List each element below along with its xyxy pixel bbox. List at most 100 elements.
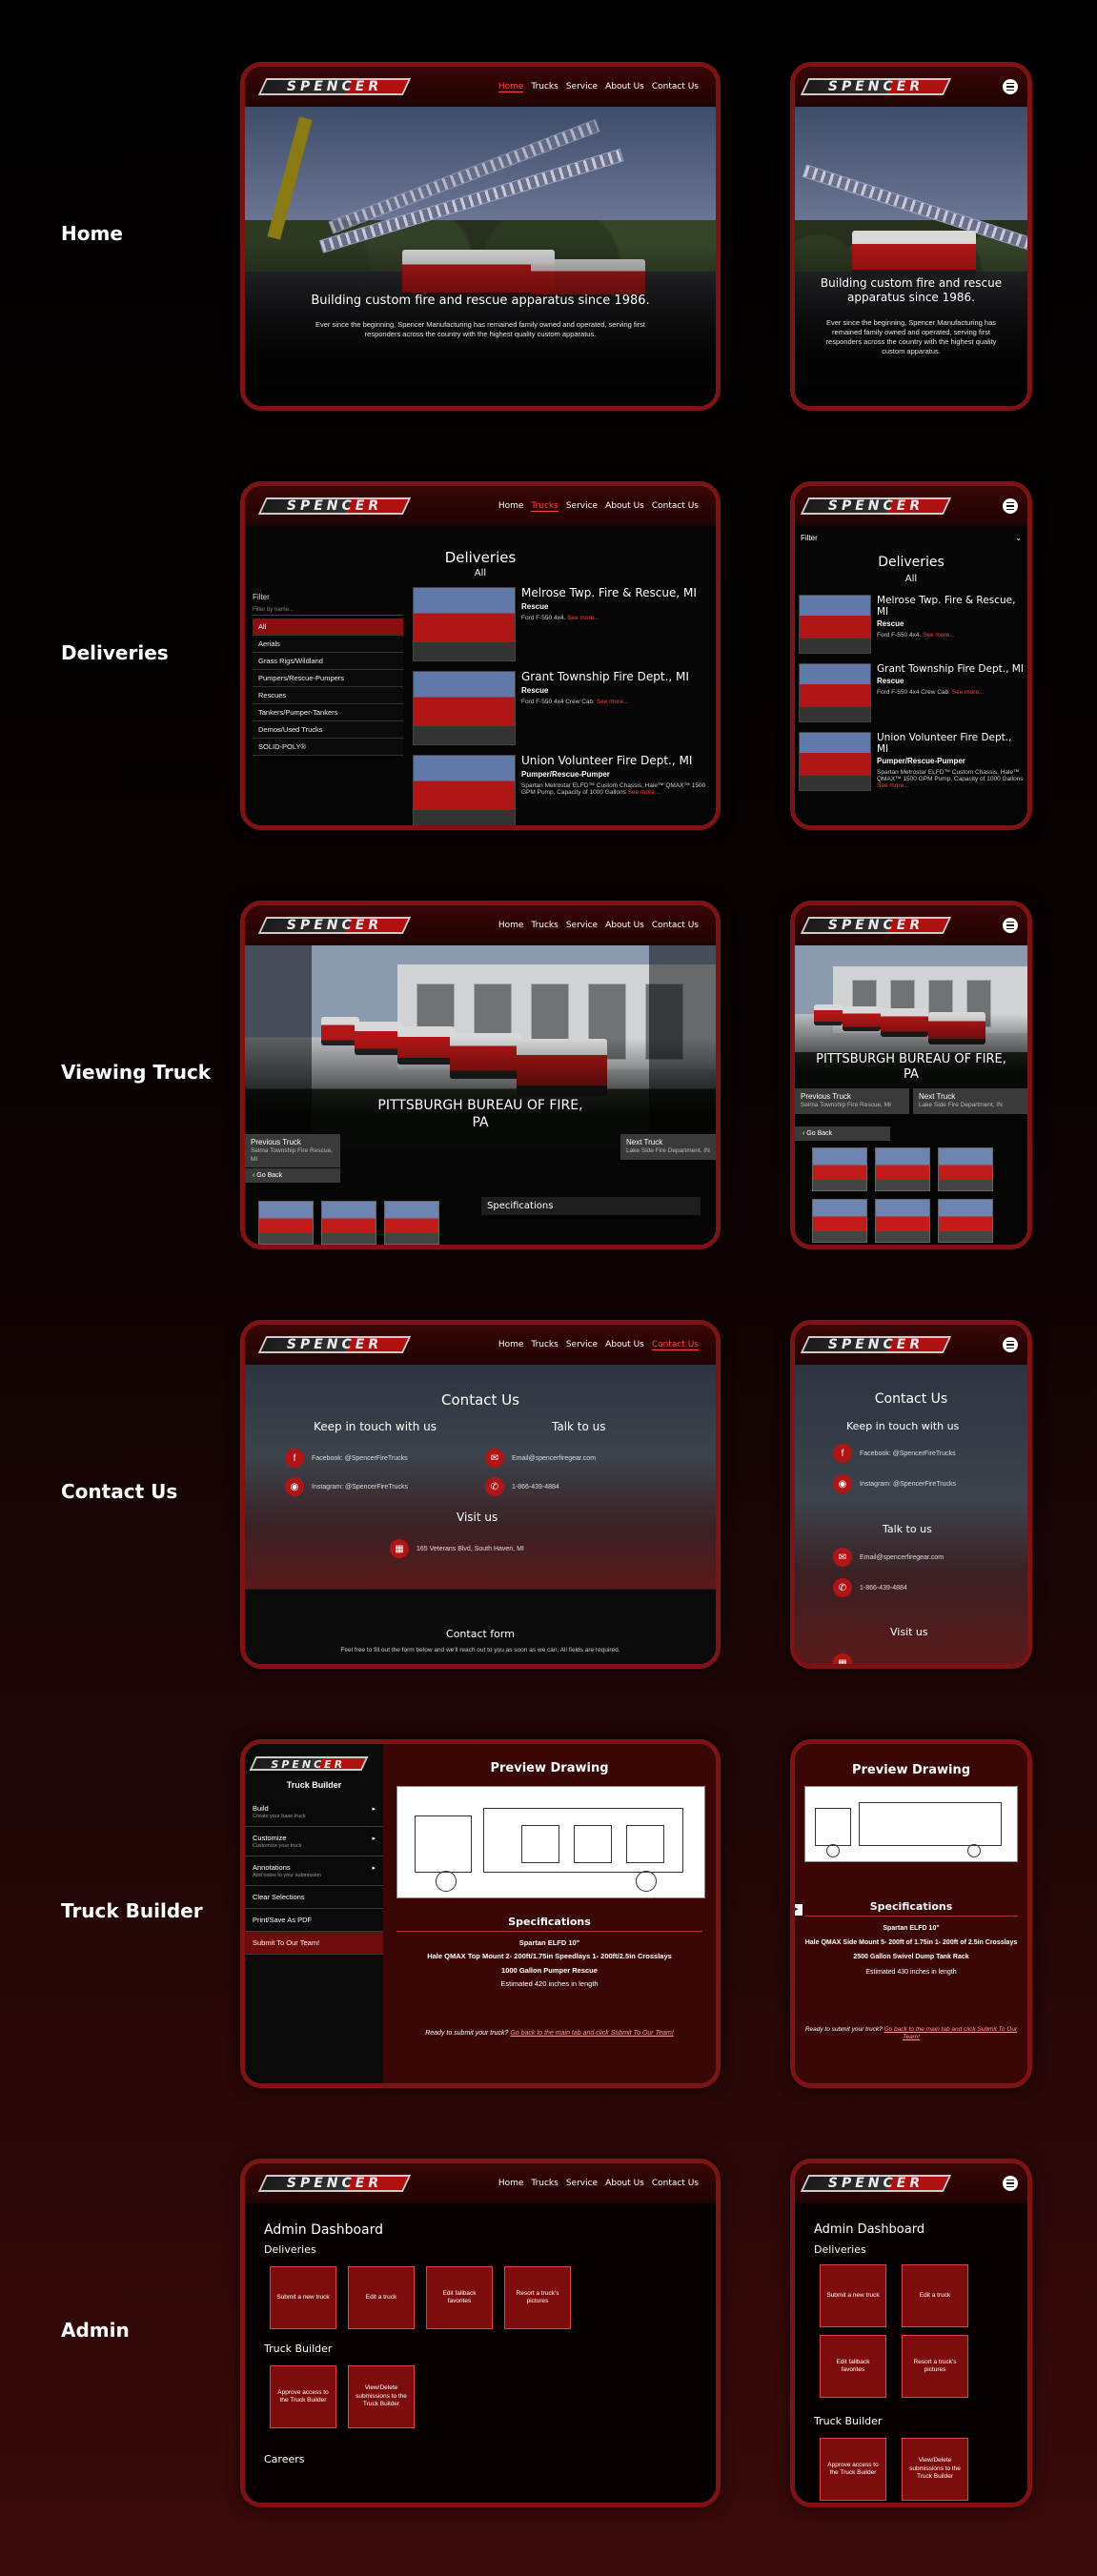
filter-input[interactable]: Filter by name...: [253, 605, 403, 616]
view-submissions-tile[interactable]: View/Delete submissions to the Truck Bui…: [348, 2365, 415, 2428]
logo[interactable]: SPENCER: [800, 917, 952, 934]
filter-option[interactable]: Demos/Used Trucks: [253, 721, 403, 739]
nav-contact[interactable]: Contact Us: [652, 82, 699, 92]
delivery-item[interactable]: Melrose Twp. Fire & Rescue, MI Rescue Fo…: [413, 586, 708, 661]
truck-thumbnail[interactable]: [413, 587, 516, 661]
photo-thumbnail[interactable]: [812, 1199, 867, 1243]
nav-home[interactable]: Home: [498, 921, 524, 930]
build-menu-item[interactable]: Build Create your base truck ▸: [245, 1797, 383, 1827]
truck-thumbnail[interactable]: [413, 755, 516, 825]
approve-access-tile[interactable]: Approve access to the Truck Builder: [270, 2365, 336, 2428]
nav-home[interactable]: Home: [498, 501, 524, 512]
logo[interactable]: SPENCER: [800, 1336, 952, 1353]
nav-service[interactable]: Service: [566, 921, 598, 930]
submit-truck-tile[interactable]: Submit a new truck: [820, 2264, 886, 2327]
facebook-link[interactable]: f Facebook: @SpencerFireTrucks: [833, 1444, 956, 1463]
filter-option[interactable]: SOLID-POLY®: [253, 739, 403, 756]
nav-about[interactable]: About Us: [605, 2179, 644, 2188]
see-more-link[interactable]: See more...: [952, 689, 985, 696]
delivery-item[interactable]: Grant Township Fire Dept., MI Rescue For…: [799, 663, 1024, 722]
nav-contact[interactable]: Contact Us: [652, 2179, 699, 2188]
menu-icon[interactable]: [1003, 79, 1018, 94]
back-to-main-link[interactable]: Go back to the main tab and click Submit…: [510, 2030, 673, 2037]
nav-contact[interactable]: Contact Us: [651, 1340, 699, 1350]
nav-about[interactable]: About Us: [605, 921, 644, 930]
instagram-link[interactable]: ◉ Instagram: @SpencerFireTrucks: [833, 1474, 956, 1493]
photo-thumbnail[interactable]: [875, 1199, 930, 1243]
photo-thumbnail[interactable]: [321, 1201, 376, 1245]
nav-trucks[interactable]: Trucks: [531, 921, 558, 930]
see-more-link[interactable]: See more...: [597, 699, 629, 705]
menu-icon[interactable]: [1003, 498, 1018, 514]
filter-toggle[interactable]: Filter ⌄: [801, 534, 1022, 542]
instagram-link[interactable]: ◉ Instagram: @SpencerFireTrucks: [285, 1477, 408, 1496]
truck-thumbnail[interactable]: [799, 595, 871, 654]
logo[interactable]: SPENCER: [800, 497, 952, 515]
back-to-main-link[interactable]: Go back to the main tab and click Submit…: [884, 2026, 1018, 2040]
nav-home[interactable]: Home: [498, 82, 524, 92]
see-more-link[interactable]: See more...: [567, 615, 599, 621]
facebook-link[interactable]: f Facebook: @SpencerFireTrucks: [285, 1449, 408, 1468]
photo-thumbnail[interactable]: [812, 1147, 867, 1191]
logo[interactable]: SPENCER: [257, 2175, 412, 2192]
next-truck-button[interactable]: Next Truck Lake Side Fire Department, IN: [620, 1134, 716, 1160]
nav-about[interactable]: About Us: [605, 82, 644, 92]
nav-trucks[interactable]: Trucks: [531, 501, 559, 512]
photo-thumbnail[interactable]: [258, 1201, 314, 1245]
truck-thumbnail[interactable]: [799, 663, 871, 722]
view-submissions-tile[interactable]: View/Delete submissions to the Truck Bui…: [902, 2438, 968, 2501]
chevron-down-icon[interactable]: ⌄: [1015, 534, 1022, 542]
nav-service[interactable]: Service: [566, 501, 598, 512]
nav-contact[interactable]: Contact Us: [652, 921, 699, 930]
email-link[interactable]: ✉ Email@spencerfiregear.com: [833, 1548, 944, 1567]
menu-icon[interactable]: [1003, 2176, 1018, 2191]
submit-button[interactable]: Submit To Our Team!: [245, 1932, 383, 1955]
photo-thumbnail[interactable]: [938, 1199, 993, 1243]
delivery-item[interactable]: Union Volunteer Fire Dept., MI Pumper/Re…: [799, 732, 1024, 791]
logo[interactable]: SPENCER: [800, 78, 952, 95]
filter-option[interactable]: Pumpers/Rescue-Pumpers: [253, 670, 403, 687]
truck-thumbnail[interactable]: [799, 732, 871, 791]
logo[interactable]: SPENCER: [257, 78, 412, 95]
delivery-item[interactable]: Union Volunteer Fire Dept., MI Pumper/Re…: [413, 754, 708, 825]
nav-about[interactable]: About Us: [605, 501, 644, 512]
photo-thumbnail[interactable]: [875, 1147, 930, 1191]
menu-icon[interactable]: [1003, 918, 1018, 933]
nav-service[interactable]: Service: [566, 2179, 598, 2188]
truck-thumbnail[interactable]: [413, 671, 516, 745]
logo[interactable]: SPENCER: [800, 2175, 952, 2192]
nav-about[interactable]: About Us: [605, 1340, 644, 1350]
see-more-link[interactable]: See more...: [877, 782, 909, 789]
go-back-button[interactable]: ‹ Go Back: [245, 1168, 340, 1183]
previous-truck-button[interactable]: Previous Truck Selma Township Fire Rescu…: [795, 1088, 909, 1114]
go-back-button[interactable]: ‹ Go Back: [795, 1126, 890, 1141]
nav-contact[interactable]: Contact Us: [652, 501, 699, 512]
edit-favorites-tile[interactable]: Edit fallback favorites: [820, 2335, 886, 2398]
edit-favorites-tile[interactable]: Edit fallback favorites: [426, 2266, 493, 2329]
nav-service[interactable]: Service: [566, 1340, 598, 1350]
nav-service[interactable]: Service: [566, 82, 598, 92]
nav-trucks[interactable]: Trucks: [531, 1340, 558, 1350]
customize-menu-item[interactable]: Customize Customize your truck ▸: [245, 1827, 383, 1856]
delivery-item[interactable]: Grant Township Fire Dept., MI Rescue For…: [413, 670, 708, 745]
nav-home[interactable]: Home: [498, 2179, 524, 2188]
clear-selections-button[interactable]: Clear Selections: [245, 1886, 383, 1909]
address-link[interactable]: ▦ 165 Veterans Blvd, South Haven, MI: [390, 1539, 524, 1558]
photo-thumbnail[interactable]: [384, 1201, 439, 1245]
resort-pictures-tile[interactable]: Resort a truck's pictures: [504, 2266, 571, 2329]
logo[interactable]: SPENCER: [249, 1756, 369, 1771]
phone-link[interactable]: ✆ 1-866-439-4884: [833, 1578, 907, 1597]
logo[interactable]: SPENCER: [257, 1336, 412, 1353]
submit-truck-tile[interactable]: Submit a new truck: [270, 2266, 336, 2329]
filter-option[interactable]: Tankers/Pumper-Tankers: [253, 704, 403, 721]
filter-option[interactable]: Grass Rigs/Wildland: [253, 653, 403, 670]
next-truck-button[interactable]: Next Truck Lake Side Fire Department, IN: [913, 1088, 1027, 1114]
filter-option[interactable]: Aerials: [253, 636, 403, 653]
approve-access-tile[interactable]: Approve access to the Truck Builder: [820, 2438, 886, 2501]
filter-option[interactable]: Rescues: [253, 687, 403, 704]
nav-home[interactable]: Home: [498, 1340, 524, 1350]
nav-trucks[interactable]: Trucks: [531, 2179, 558, 2188]
phone-link[interactable]: ✆ 1-866-439-4884: [485, 1477, 559, 1496]
edit-truck-tile[interactable]: Edit a truck: [902, 2264, 968, 2327]
logo[interactable]: SPENCER: [257, 497, 412, 515]
